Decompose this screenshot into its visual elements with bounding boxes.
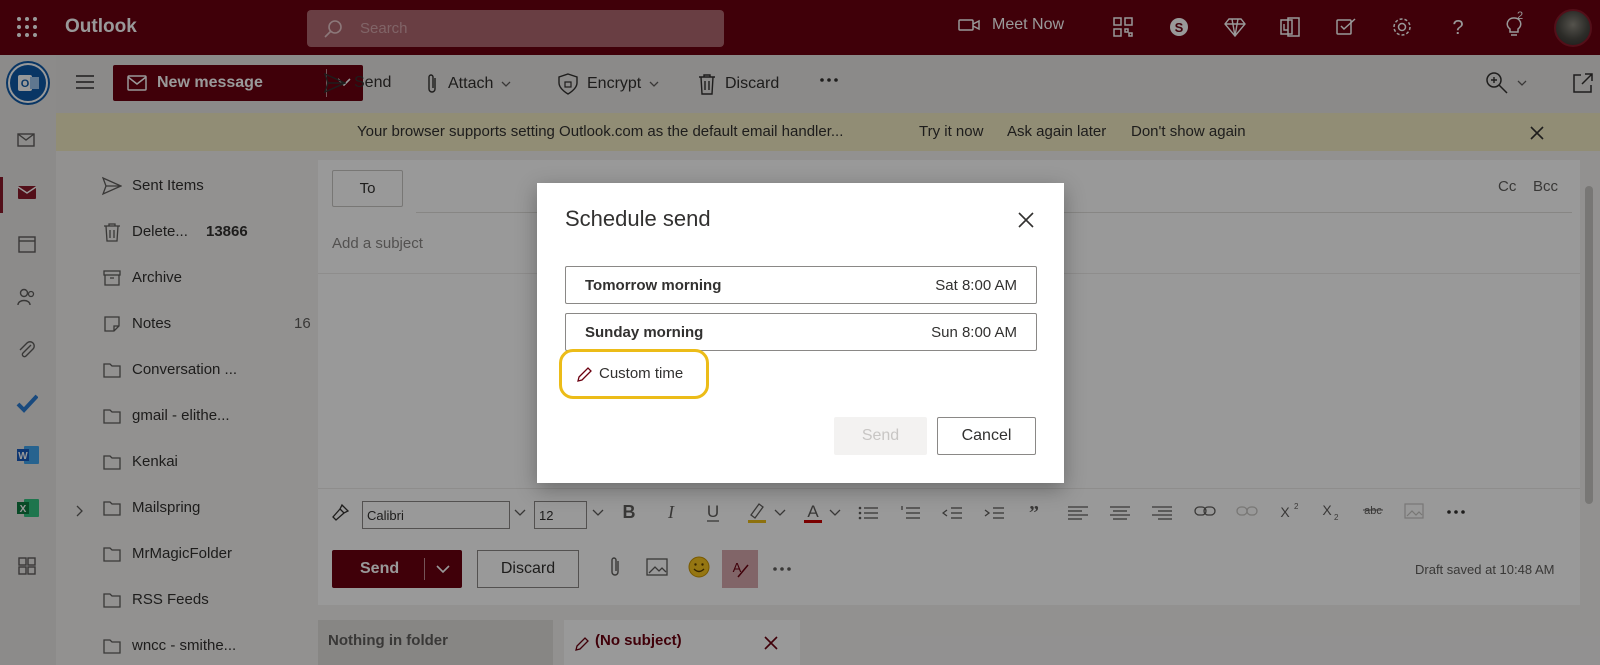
pencil-icon	[576, 365, 594, 383]
option-label: Tomorrow morning	[585, 277, 722, 294]
dialog-title: Schedule send	[565, 206, 711, 231]
dialog-cancel-button[interactable]: Cancel	[937, 417, 1036, 455]
close-icon[interactable]	[1017, 211, 1035, 229]
schedule-send-dialog: Schedule send Tomorrow morning Sat 8:00 …	[537, 183, 1064, 483]
option-time: Sun 8:00 AM	[931, 324, 1017, 341]
schedule-option-tomorrow[interactable]: Tomorrow morning Sat 8:00 AM	[565, 266, 1037, 304]
schedule-option-sunday[interactable]: Sunday morning Sun 8:00 AM	[565, 313, 1037, 351]
custom-time-button[interactable]: Custom time	[559, 349, 709, 399]
dialog-send-button[interactable]: Send	[834, 417, 927, 455]
custom-time-label: Custom time	[599, 365, 684, 382]
option-time: Sat 8:00 AM	[935, 277, 1017, 294]
option-label: Sunday morning	[585, 324, 704, 341]
